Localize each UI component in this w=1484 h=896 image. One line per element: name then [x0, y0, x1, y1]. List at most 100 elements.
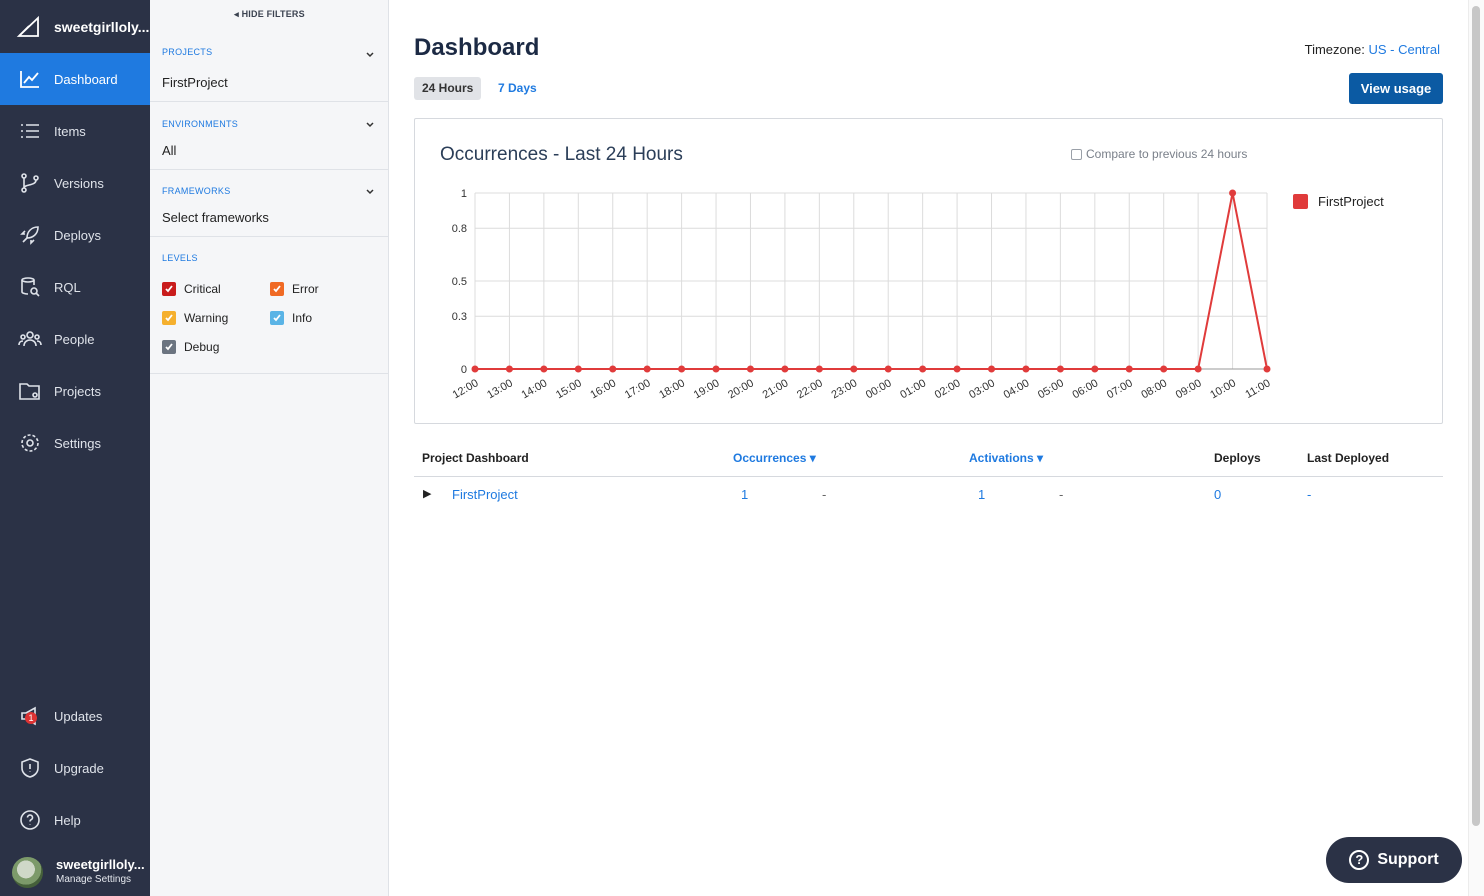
sidebar-item-versions[interactable]: Versions — [0, 157, 150, 209]
database-search-icon — [17, 274, 43, 300]
y-tick-label: 0.8 — [452, 223, 467, 235]
data-point — [574, 365, 582, 373]
frameworks-filter-title: FRAMEWORKS — [162, 186, 231, 196]
sidebar-item-projects[interactable]: Projects — [0, 365, 150, 417]
scrollbar[interactable] — [1468, 0, 1484, 896]
sidebar-nav: sweetgirlloly... Dashboard Items Version… — [0, 0, 150, 896]
data-point — [540, 365, 548, 373]
data-point — [953, 365, 961, 373]
data-point — [919, 365, 927, 373]
x-tick-label: 16:00 — [588, 377, 618, 401]
expand-triangle-icon[interactable]: ▶ — [423, 487, 431, 500]
tab-24-hours[interactable]: 24 Hours — [414, 77, 482, 100]
activations-count[interactable]: 1 — [978, 487, 985, 502]
data-point — [471, 365, 479, 373]
caret-left-icon: ◂ — [234, 9, 239, 19]
last-deployed[interactable]: - — [1307, 487, 1311, 502]
level-error-checkbox[interactable]: Error — [270, 282, 319, 296]
people-icon — [17, 326, 43, 352]
check-icon — [162, 311, 176, 325]
check-icon — [162, 282, 176, 296]
logo-icon — [16, 15, 39, 37]
gear-icon — [17, 430, 43, 456]
col-project: Project Dashboard — [422, 451, 529, 465]
level-warning-checkbox[interactable]: Warning — [162, 311, 228, 325]
account-switcher[interactable]: sweetgirlloly... — [0, 0, 150, 53]
projects-filter-value: FirstProject — [162, 75, 228, 90]
environments-filter[interactable]: ENVIRONMENTS All — [150, 102, 389, 170]
table-row: ▶ FirstProject 1 - 1 - 0 - — [414, 477, 1443, 511]
col-activations-sort[interactable]: Activations ▾ — [969, 451, 1043, 465]
hide-filters-button[interactable]: ◂ HIDE FILTERS — [150, 9, 389, 20]
data-point — [1263, 365, 1271, 373]
occurrences-chart-card: Occurrences - Last 24 Hours Compare to p… — [414, 118, 1443, 424]
environments-filter-title: ENVIRONMENTS — [162, 119, 239, 129]
levels-filter-title: LEVELS — [162, 253, 198, 263]
data-point — [712, 365, 720, 373]
folder-icon — [17, 378, 43, 404]
data-point — [1056, 365, 1064, 373]
chevron-down-icon — [366, 52, 374, 58]
x-tick-label: 20:00 — [726, 377, 756, 401]
scrollbar-thumb[interactable] — [1472, 6, 1480, 826]
data-point — [609, 365, 617, 373]
data-point — [678, 365, 686, 373]
main-content: Dashboard Timezone: US - Central 24 Hour… — [390, 0, 1468, 896]
help-icon: ? — [1349, 850, 1370, 870]
support-button[interactable]: ? Support — [1326, 837, 1462, 883]
x-tick-label: 11:00 — [1243, 377, 1272, 401]
check-icon — [270, 282, 284, 296]
x-tick-label: 14:00 — [520, 377, 550, 401]
x-tick-label: 02:00 — [933, 377, 963, 401]
sidebar-item-settings[interactable]: Settings — [0, 417, 150, 469]
sidebar-item-upgrade[interactable]: Upgrade — [0, 742, 150, 794]
tab-7-days[interactable]: 7 Days — [490, 77, 545, 100]
sidebar-item-rql[interactable]: RQL — [0, 261, 150, 313]
shield-icon — [17, 755, 43, 781]
account-name: sweetgirlloly... — [54, 18, 150, 35]
x-tick-label: 06:00 — [1070, 377, 1100, 401]
help-icon — [17, 807, 43, 833]
sidebar-item-updates[interactable]: Updates — [0, 690, 150, 742]
chart-legend: FirstProject — [1293, 194, 1384, 209]
x-tick-label: 19:00 — [692, 377, 722, 401]
occurrences-count[interactable]: 1 — [741, 487, 748, 502]
frameworks-filter[interactable]: FRAMEWORKS Select frameworks — [150, 170, 389, 237]
col-deploys: Deploys — [1214, 451, 1261, 465]
projects-filter[interactable]: PROJECTS FirstProject — [150, 34, 389, 102]
x-tick-label: 21:00 — [761, 377, 791, 401]
view-usage-button[interactable]: View usage — [1349, 73, 1443, 104]
timezone-link[interactable]: US - Central — [1368, 42, 1440, 57]
filters-panel: ◂ HIDE FILTERS PROJECTS FirstProject ENV… — [150, 0, 389, 896]
project-link[interactable]: FirstProject — [452, 487, 518, 502]
x-tick-label: 00:00 — [864, 377, 894, 401]
user-name: sweetgirlloly... — [56, 857, 145, 872]
data-point — [1022, 365, 1030, 373]
deploys-count[interactable]: 0 — [1214, 487, 1221, 502]
sidebar-item-deploys[interactable]: Deploys — [0, 209, 150, 261]
data-point — [1229, 189, 1237, 197]
x-tick-label: 17:00 — [623, 377, 653, 401]
sidebar-item-dashboard[interactable]: Dashboard — [0, 53, 150, 105]
col-occurrences-sort[interactable]: Occurrences ▾ — [733, 451, 816, 465]
data-point — [884, 365, 892, 373]
sidebar-item-help[interactable]: Help — [0, 794, 150, 846]
data-point — [746, 365, 754, 373]
manage-settings-link[interactable]: Manage Settings — [56, 872, 145, 887]
col-last-deployed: Last Deployed — [1307, 451, 1390, 465]
branch-icon — [17, 170, 43, 196]
user-menu[interactable]: sweetgirlloly... Manage Settings — [0, 848, 150, 896]
sidebar-item-items[interactable]: Items — [0, 105, 150, 157]
x-tick-label: 09:00 — [1174, 377, 1204, 401]
data-point — [1091, 365, 1099, 373]
x-tick-label: 05:00 — [1036, 377, 1066, 401]
y-tick-label: 0.3 — [452, 311, 467, 323]
sidebar-item-people[interactable]: People — [0, 313, 150, 365]
level-info-checkbox[interactable]: Info — [270, 311, 312, 325]
page-title: Dashboard — [414, 34, 540, 61]
level-debug-checkbox[interactable]: Debug — [162, 340, 219, 354]
x-tick-label: 03:00 — [967, 377, 997, 401]
y-tick-label: 1 — [461, 188, 467, 200]
level-critical-checkbox[interactable]: Critical — [162, 282, 221, 296]
check-icon — [270, 311, 284, 325]
